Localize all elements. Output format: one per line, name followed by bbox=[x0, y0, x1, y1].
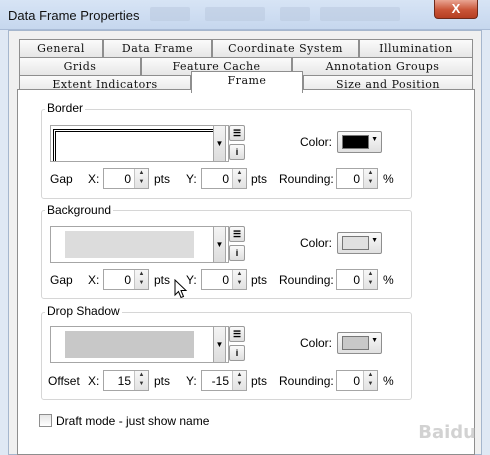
up-down-arrows-icon[interactable]: ▲ ▼ bbox=[134, 371, 148, 390]
up-down-arrows-icon[interactable]: ▲ ▼ bbox=[232, 371, 246, 390]
drop-shadow-x-units: pts bbox=[154, 374, 171, 388]
background-gap-x-units: pts bbox=[154, 273, 171, 287]
tab-frame[interactable]: Frame bbox=[191, 71, 303, 93]
title-bar: Data Frame Properties X bbox=[0, 0, 490, 30]
drop-shadow-x-label: X: bbox=[88, 374, 100, 388]
border-gap-y-units: pts bbox=[251, 172, 268, 186]
list-icon[interactable]: ☰ bbox=[229, 226, 245, 242]
info-icon[interactable]: i bbox=[229, 144, 245, 160]
up-down-arrows-icon[interactable]: ▲ ▼ bbox=[232, 169, 246, 188]
drop-shadow-rounding-label: Rounding: bbox=[279, 374, 334, 388]
list-icon[interactable]: ☰ bbox=[229, 125, 245, 141]
tab-illumination[interactable]: Illumination bbox=[359, 39, 473, 57]
mouse-pointer-icon bbox=[174, 279, 188, 299]
border-gap-y-input[interactable]: 0 ▲ ▼ bbox=[201, 168, 247, 189]
drop-shadow-x-input[interactable]: 15 ▲ ▼ bbox=[103, 370, 149, 391]
drop-shadow-dropdown-button[interactable]: ▼ bbox=[213, 326, 226, 363]
drop-shadow-y-input[interactable]: -15 ▲ ▼ bbox=[201, 370, 247, 391]
border-gap-x-units: pts bbox=[154, 172, 171, 186]
border-rounding-percent: % bbox=[383, 172, 394, 186]
border-color-swatch bbox=[342, 135, 369, 149]
background-gap-y-input[interactable]: 0 ▲ ▼ bbox=[201, 269, 247, 290]
background-rounding-percent: % bbox=[383, 273, 394, 287]
border-gap-y-label: Y: bbox=[186, 172, 197, 186]
tab-data-frame[interactable]: Data Frame bbox=[103, 39, 212, 57]
background-dropdown-button[interactable]: ▼ bbox=[213, 226, 226, 263]
border-gap-label: Gap bbox=[50, 172, 73, 186]
border-rounding-label: Rounding: bbox=[279, 172, 334, 186]
dialog: General Data Frame Coordinate System Ill… bbox=[8, 30, 482, 455]
background-rounding-label: Rounding: bbox=[279, 273, 334, 287]
up-down-arrows-icon[interactable]: ▲ ▼ bbox=[134, 169, 148, 188]
drop-shadow-color-label: Color: bbox=[300, 336, 333, 350]
border-preview[interactable] bbox=[50, 125, 229, 162]
background-preview[interactable] bbox=[50, 226, 229, 263]
border-dropdown-button[interactable]: ▼ bbox=[213, 125, 226, 162]
background-color-button[interactable]: ▼ bbox=[337, 232, 382, 254]
drop-shadow-color-button[interactable]: ▼ bbox=[337, 332, 382, 354]
up-down-arrows-icon[interactable]: ▲ ▼ bbox=[363, 169, 377, 188]
drop-shadow-y-units: pts bbox=[251, 374, 268, 388]
draft-mode-label: Draft mode - just show name bbox=[56, 414, 210, 428]
tab-general[interactable]: General bbox=[19, 39, 103, 57]
border-gap-x-label: X: bbox=[88, 172, 100, 186]
drop-shadow-rounding-input[interactable]: 0 ▲ ▼ bbox=[336, 370, 378, 391]
close-button[interactable]: X bbox=[434, 0, 478, 19]
drop-shadow-preview[interactable] bbox=[50, 326, 229, 363]
up-down-arrows-icon[interactable]: ▲ ▼ bbox=[363, 371, 377, 390]
drop-shadow-rounding-percent: % bbox=[383, 374, 394, 388]
border-color-label: Color: bbox=[300, 135, 333, 149]
background-gap-x-label: X: bbox=[88, 273, 100, 287]
border-rounding-input[interactable]: 0 ▲ ▼ bbox=[336, 168, 378, 189]
info-icon[interactable]: i bbox=[229, 345, 245, 361]
background-label: Background bbox=[45, 203, 114, 217]
tab-coordinate-system[interactable]: Coordinate System bbox=[212, 39, 359, 57]
border-color-button[interactable]: ▼ bbox=[337, 131, 382, 153]
list-icon[interactable]: ☰ bbox=[229, 326, 245, 342]
tab-annotation-groups[interactable]: Annotation Groups bbox=[292, 57, 473, 75]
watermark: Baidu bbox=[418, 422, 476, 443]
background-gap-y-units: pts bbox=[251, 273, 268, 287]
up-down-arrows-icon[interactable]: ▲ ▼ bbox=[134, 270, 148, 289]
up-down-arrows-icon[interactable]: ▲ ▼ bbox=[363, 270, 377, 289]
border-label: Border bbox=[45, 101, 86, 115]
drop-shadow-label: Drop Shadow bbox=[45, 304, 122, 318]
drop-shadow-y-label: Y: bbox=[186, 374, 197, 388]
up-down-arrows-icon[interactable]: ▲ ▼ bbox=[232, 270, 246, 289]
tab-grids[interactable]: Grids bbox=[19, 57, 141, 75]
background-gap-x-input[interactable]: 0 ▲ ▼ bbox=[103, 269, 149, 290]
drop-shadow-offset-label: Offset bbox=[48, 374, 80, 388]
background-gap-label: Gap bbox=[50, 273, 73, 287]
background-color-swatch bbox=[342, 236, 369, 250]
border-gap-x-input[interactable]: 0 ▲ ▼ bbox=[103, 168, 149, 189]
frame-panel: Border ▼ ☰ i Color: ▼ Gap X: 0 ▲ ▼ pts Y:… bbox=[17, 89, 475, 455]
background-rounding-input[interactable]: 0 ▲ ▼ bbox=[336, 269, 378, 290]
info-icon[interactable]: i bbox=[229, 245, 245, 261]
drop-shadow-color-swatch bbox=[342, 336, 369, 350]
background-color-label: Color: bbox=[300, 236, 333, 250]
draft-mode-checkbox[interactable] bbox=[39, 414, 52, 427]
window-title: Data Frame Properties bbox=[8, 8, 140, 23]
